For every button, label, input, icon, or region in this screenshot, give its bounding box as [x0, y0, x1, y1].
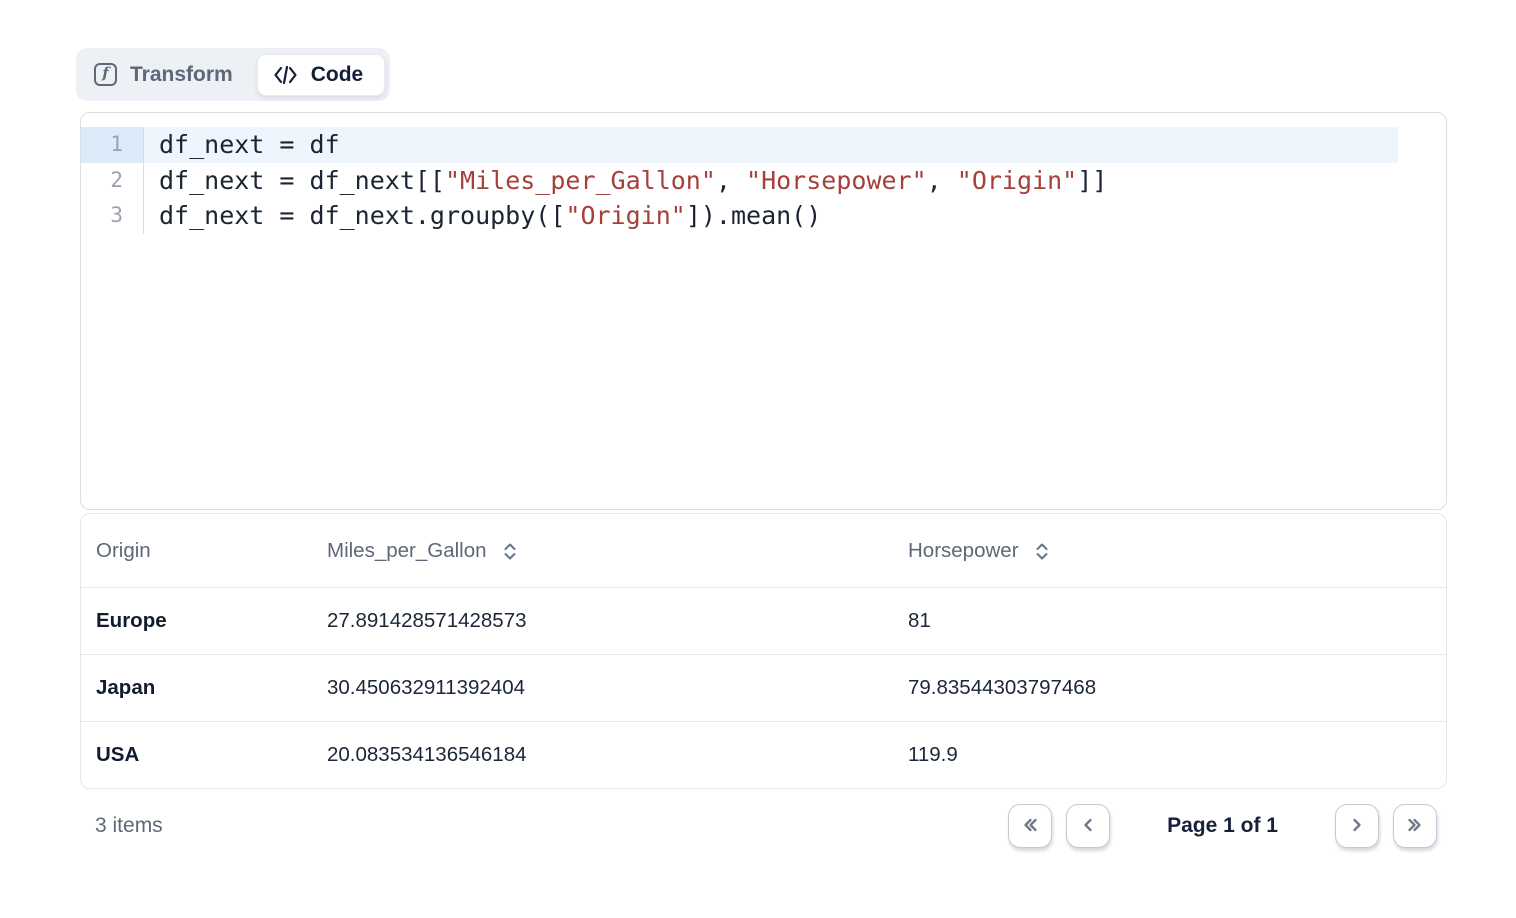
code-token: df_next = df_next.groupby([ — [159, 201, 565, 230]
chevron-left-icon — [1076, 813, 1100, 840]
code-token: , — [927, 166, 957, 195]
tab-transform-label: Transform — [130, 63, 233, 87]
sort-chevrons-icon[interactable] — [1034, 541, 1050, 562]
code-brackets-icon — [273, 64, 298, 86]
result-table: OriginMiles_per_GallonHorsepower Europe2… — [80, 513, 1447, 789]
code-editor[interactable]: 1df_next = df2df_next = df_next[["Miles_… — [80, 112, 1447, 510]
table-header-row: Origin Miles_per_Gallon Horsepower — [81, 514, 1446, 587]
double-chevron-right-icon — [1403, 813, 1427, 840]
string-token: "Origin" — [565, 201, 685, 230]
view-toggle: f Transform Code — [76, 48, 390, 101]
value-cell: 30.450632911392404 — [327, 676, 908, 700]
value-cell: 119.9 — [908, 743, 1446, 767]
code-line-content: df_next = df — [144, 127, 1398, 163]
tab-transform[interactable]: f Transform — [81, 63, 257, 87]
previous-page-button[interactable] — [1066, 804, 1110, 848]
page-indicator: Page 1 of 1 — [1167, 814, 1278, 838]
code-lines: 1df_next = df2df_next = df_next[["Miles_… — [81, 127, 1446, 234]
line-number: 3 — [81, 198, 144, 234]
code-token: df_next = df — [159, 130, 340, 159]
column-header-label: Horsepower — [908, 539, 1019, 563]
column-header-label: Miles_per_Gallon — [327, 539, 487, 563]
string-token: "Origin" — [957, 166, 1077, 195]
code-line[interactable]: 3df_next = df_next.groupby(["Origin"]).m… — [81, 198, 1446, 234]
function-icon: f — [94, 63, 117, 86]
table-row: USA20.083534136546184119.9 — [81, 721, 1446, 788]
line-number: 2 — [81, 163, 144, 199]
value-cell: 81 — [908, 609, 1446, 633]
scrollbar-gutter — [1398, 198, 1446, 234]
code-token: ]).mean() — [686, 201, 821, 230]
string-token: "Miles_per_Gallon" — [445, 166, 716, 195]
last-page-button[interactable] — [1393, 804, 1437, 848]
first-page-button[interactable] — [1008, 804, 1052, 848]
code-line-content: df_next = df_next.groupby(["Origin"]).me… — [144, 198, 1398, 234]
column-header-origin: Origin — [96, 539, 327, 563]
table-footer: 3 items Page 1 of 1 — [80, 801, 1447, 851]
value-cell: 79.83544303797468 — [908, 676, 1446, 700]
sort-chevrons-icon[interactable] — [502, 541, 518, 562]
value-cell: 27.891428571428573 — [327, 609, 908, 633]
code-token: ]] — [1077, 166, 1107, 195]
scrollbar-gutter — [1398, 163, 1446, 199]
row-label-cell: USA — [96, 743, 327, 767]
table-row: Europe27.89142857142857381 — [81, 587, 1446, 654]
row-label-cell: Japan — [96, 676, 327, 700]
column-header-horsepower[interactable]: Horsepower — [908, 539, 1446, 563]
code-token: , — [716, 166, 746, 195]
next-page-button[interactable] — [1335, 804, 1379, 848]
chevron-right-icon — [1345, 813, 1369, 840]
line-number: 1 — [81, 127, 144, 163]
scrollbar-gutter — [1398, 127, 1446, 163]
double-chevron-left-icon — [1018, 813, 1042, 840]
code-line[interactable]: 2df_next = df_next[["Miles_per_Gallon", … — [81, 163, 1446, 199]
row-label-cell: Europe — [96, 609, 327, 633]
pagination: Page 1 of 1 — [1008, 804, 1437, 848]
table-row: Japan30.45063291139240479.83544303797468 — [81, 654, 1446, 721]
value-cell: 20.083534136546184 — [327, 743, 908, 767]
items-count: 3 items — [95, 814, 163, 838]
code-token: df_next = df_next[[ — [159, 166, 445, 195]
column-header-label: Origin — [96, 539, 151, 563]
tab-code[interactable]: Code — [257, 54, 386, 96]
column-header-miles_per_gallon[interactable]: Miles_per_Gallon — [327, 539, 908, 563]
code-line-content: df_next = df_next[["Miles_per_Gallon", "… — [144, 163, 1398, 199]
code-line[interactable]: 1 df_next = df — [81, 127, 1446, 163]
tab-code-label: Code — [311, 63, 364, 87]
string-token: "Horsepower" — [746, 166, 927, 195]
table-body: Europe27.89142857142857381Japan30.450632… — [81, 587, 1446, 788]
